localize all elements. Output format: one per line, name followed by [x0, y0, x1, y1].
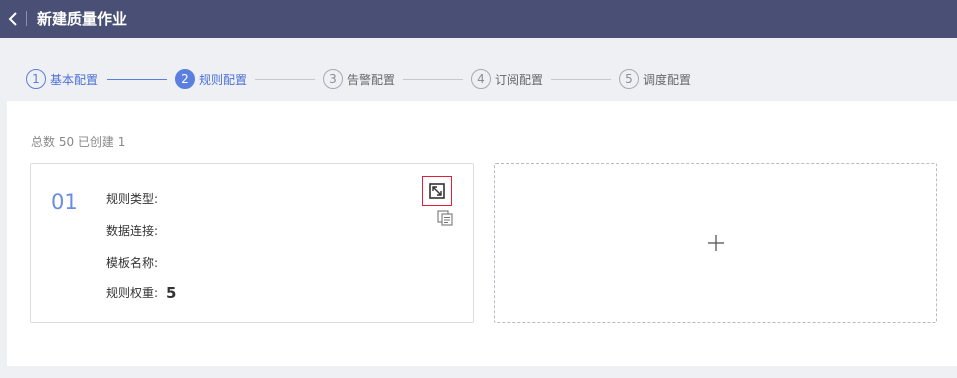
template-name-label: 模板名称: — [106, 256, 159, 270]
step-connector — [551, 79, 611, 80]
step-subscription-config[interactable]: 4 订阅配置 — [471, 69, 543, 89]
step-label: 调度配置 — [643, 72, 692, 87]
rule-type-field: 规则类型: — [106, 190, 158, 207]
step-label: 告警配置 — [347, 72, 396, 87]
step-connector — [107, 79, 167, 80]
template-name-field: 模板名称: — [106, 254, 158, 271]
top-bar: 新建质量作业 — [0, 0, 957, 38]
rule-weight-field: 规则权重: 5 — [106, 284, 176, 302]
step-label: 订阅配置 — [495, 72, 544, 87]
rule-card: 01 规则类型: 数据连接: 模板名称: 规则权重: 5 — [30, 163, 474, 323]
step-alert-config[interactable]: 3 告警配置 — [323, 69, 395, 89]
step-label: 基本配置 — [50, 72, 99, 87]
expand-icon — [429, 183, 445, 199]
chevron-left-icon — [8, 12, 17, 26]
step-rule-config[interactable]: 2 规则配置 — [175, 69, 247, 89]
rule-count-summary: 总数 50 已创建 1 — [31, 135, 126, 149]
copy-icon — [437, 210, 453, 226]
step-progress: 1 基本配置 2 规则配置 3 告警配置 4 订阅配置 5 调度配置 — [0, 38, 957, 101]
step-connector — [255, 79, 315, 80]
step-connector — [403, 79, 463, 80]
data-connection-label: 数据连接: — [106, 224, 159, 238]
step-number: 2 — [175, 69, 195, 89]
step-number: 5 — [619, 69, 639, 89]
step-number: 3 — [323, 69, 343, 89]
add-rule-card[interactable] — [494, 163, 937, 323]
rule-weight-value: 5 — [166, 284, 177, 302]
step-schedule-config[interactable]: 5 调度配置 — [619, 69, 691, 89]
rules-panel: 总数 50 已创建 1 01 规则类型: 数据连接: 模板名称: 规则权重: 5 — [7, 101, 957, 366]
header-divider — [26, 11, 27, 26]
step-label: 规则配置 — [199, 72, 248, 87]
rule-index: 01 — [51, 190, 78, 214]
step-number: 4 — [471, 69, 491, 89]
rule-type-label: 规则类型: — [106, 192, 159, 206]
rule-weight-label: 规则权重: — [106, 286, 159, 300]
data-connection-field: 数据连接: — [106, 222, 158, 239]
back-button[interactable] — [6, 10, 22, 28]
step-number: 1 — [26, 69, 46, 89]
expand-button[interactable] — [422, 176, 452, 206]
step-basic-config[interactable]: 1 基本配置 — [26, 69, 98, 89]
plus-icon — [707, 235, 724, 251]
page-title: 新建质量作业 — [37, 10, 128, 28]
copy-button[interactable] — [436, 209, 454, 227]
